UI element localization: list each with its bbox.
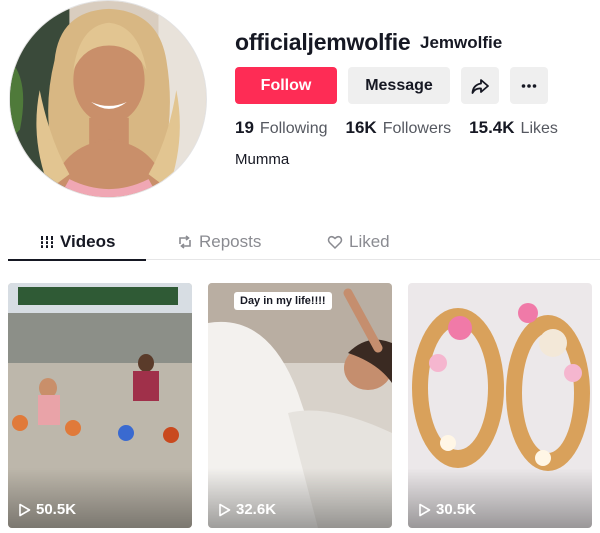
profile-avatar[interactable] — [9, 0, 207, 198]
tab-liked-label: Liked — [349, 232, 390, 251]
play-icon — [18, 503, 31, 517]
video-views-count: 32.6K — [236, 501, 277, 518]
stat-followers[interactable]: 16K Followers — [346, 118, 452, 138]
tab-reposts[interactable]: Reposts — [177, 224, 261, 260]
video-caption: Day in my life!!!! — [234, 292, 332, 310]
tab-videos[interactable]: Videos — [8, 224, 146, 261]
heart-icon — [327, 234, 343, 250]
tab-liked[interactable]: Liked — [327, 224, 390, 260]
tab-videos-label: Videos — [60, 232, 116, 251]
stat-following-value: 19 — [235, 118, 254, 137]
grid-icon — [40, 235, 54, 249]
profile-tabs: Videos Reposts Liked — [8, 224, 600, 261]
video-views: 32.6K — [218, 501, 276, 518]
message-button[interactable]: Message — [348, 67, 450, 104]
profile-username: officialjemwolfie — [235, 29, 411, 55]
avatar-image — [10, 1, 206, 197]
video-views: 30.5K — [418, 501, 476, 518]
profile-bio: Mumma — [235, 151, 290, 168]
stat-followers-label: Followers — [382, 120, 452, 137]
stat-followers-value: 16K — [345, 118, 377, 137]
stat-likes: 15.4K Likes — [469, 118, 558, 138]
video-card[interactable]: Day in my life!!!! 32.6K — [208, 283, 392, 528]
repost-icon — [177, 234, 193, 250]
share-arrow-icon — [471, 78, 489, 94]
stat-likes-value: 15.4K — [469, 118, 515, 137]
more-button[interactable] — [510, 67, 548, 104]
video-views-count: 50.5K — [36, 501, 77, 518]
video-views-count: 30.5K — [436, 501, 477, 518]
follow-button[interactable]: Follow — [235, 67, 337, 104]
video-card[interactable]: 30.5K — [408, 283, 592, 528]
share-button[interactable] — [461, 67, 499, 104]
stat-following-label: Following — [259, 120, 328, 137]
profile-nickname: Jemwolfie — [420, 33, 503, 52]
stat-likes-label: Likes — [520, 120, 558, 137]
play-icon — [418, 503, 431, 517]
stat-following[interactable]: 19 Following — [235, 118, 328, 138]
play-icon — [218, 503, 231, 517]
video-grid: 50.5K Day in my life!!!! 32.6K 30.5K — [8, 283, 592, 528]
video-card[interactable]: 50.5K — [8, 283, 192, 528]
more-dots-icon — [521, 83, 537, 88]
video-views: 50.5K — [18, 501, 76, 518]
profile-stats: 19 Following 16K Followers 15.4K Likes — [235, 118, 576, 138]
tab-reposts-label: Reposts — [199, 232, 262, 251]
